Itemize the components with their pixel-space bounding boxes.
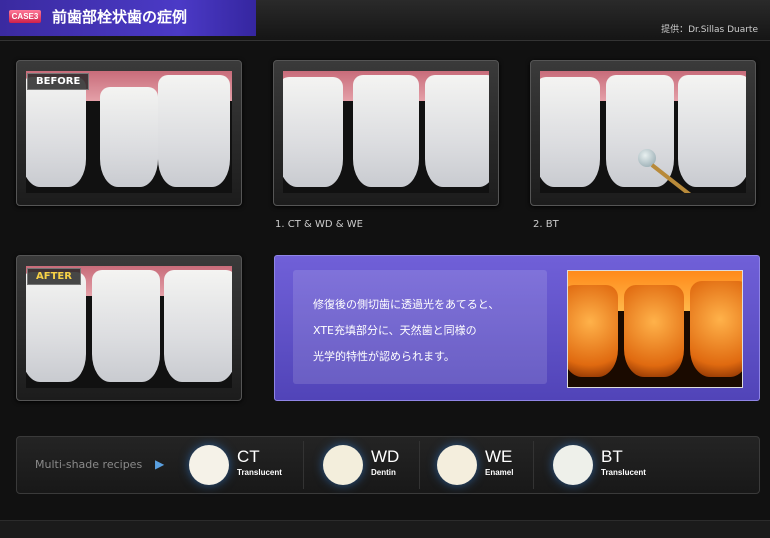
tooth-image xyxy=(283,77,343,187)
shade-code: WE xyxy=(485,447,513,466)
tooth-image xyxy=(540,77,600,187)
tooth-image xyxy=(678,75,746,187)
after-photo-frame: AFTER xyxy=(16,255,242,401)
glow-tooth-image xyxy=(690,281,742,377)
footer-bar xyxy=(0,520,770,538)
step2-caption: 2. BT xyxy=(533,219,559,230)
tooth-image xyxy=(26,272,86,382)
shade-code: BT xyxy=(601,447,623,466)
step1-photo-frame xyxy=(273,60,499,206)
tooth-image xyxy=(92,270,160,382)
recipes-label: Multi-shade recipes xyxy=(35,458,143,471)
tooth-image xyxy=(100,87,158,187)
shade-sub: Enamel xyxy=(485,468,514,477)
notice-line: XTE充填部分に、天然歯と同様の xyxy=(313,324,477,337)
tooth-image xyxy=(425,75,489,187)
glow-tooth-image xyxy=(624,285,684,377)
shade-swatch xyxy=(189,445,229,485)
shade-sub: Dentin xyxy=(371,468,396,477)
step1-caption: 1. CT & WD & WE xyxy=(275,219,363,230)
shade-swatch xyxy=(437,445,477,485)
case-tab: CASE3 前歯部栓状歯の症例 xyxy=(0,0,256,36)
case-badge: CASE3 xyxy=(9,10,41,23)
tooth-image xyxy=(606,75,674,187)
arrow-right-icon: ▶ xyxy=(155,457,165,471)
tooth-image xyxy=(164,270,232,382)
multi-shade-recipes-bar: Multi-shade recipes ▶ CT Translucent WD … xyxy=(16,436,760,494)
before-photo-frame: BEFORE xyxy=(16,60,242,206)
shade-swatch xyxy=(553,445,593,485)
shade-code: WD xyxy=(371,447,400,466)
notice-line: 光学的特性が認められます。 xyxy=(313,350,455,363)
shade-code: CT xyxy=(237,447,260,466)
transillumination-photo xyxy=(567,270,743,388)
header-bar: CASE3 前歯部栓状歯の症例 提供：Dr.Sillas Duarte xyxy=(0,0,770,41)
after-label: AFTER xyxy=(27,268,81,285)
credit-text: 提供：Dr.Sillas Duarte xyxy=(661,25,758,35)
step2-photo xyxy=(540,71,746,193)
before-label: BEFORE xyxy=(27,73,90,90)
transillumination-panel: 修復後の側切歯に透過光をあてると、 XTE充填部分に、天然歯と同様の 光学的特性… xyxy=(274,255,760,401)
step2-photo-frame xyxy=(530,60,756,206)
divider xyxy=(419,441,420,489)
tooth-image xyxy=(353,75,419,187)
step1-photo xyxy=(283,71,489,193)
shade-sub: Translucent xyxy=(237,468,282,477)
tooth-image xyxy=(26,77,86,187)
divider xyxy=(533,441,534,489)
shade-sub: Translucent xyxy=(601,468,646,477)
transillumination-text: 修復後の側切歯に透過光をあてると、 XTE充填部分に、天然歯と同様の 光学的特性… xyxy=(293,270,547,384)
shade-swatch xyxy=(323,445,363,485)
tooth-image xyxy=(158,75,230,187)
page-title: 前歯部栓状歯の症例 xyxy=(52,8,188,26)
glow-tooth-image xyxy=(568,285,618,377)
divider xyxy=(303,441,304,489)
notice-line: 修復後の側切歯に透過光をあてると、 xyxy=(313,298,500,311)
